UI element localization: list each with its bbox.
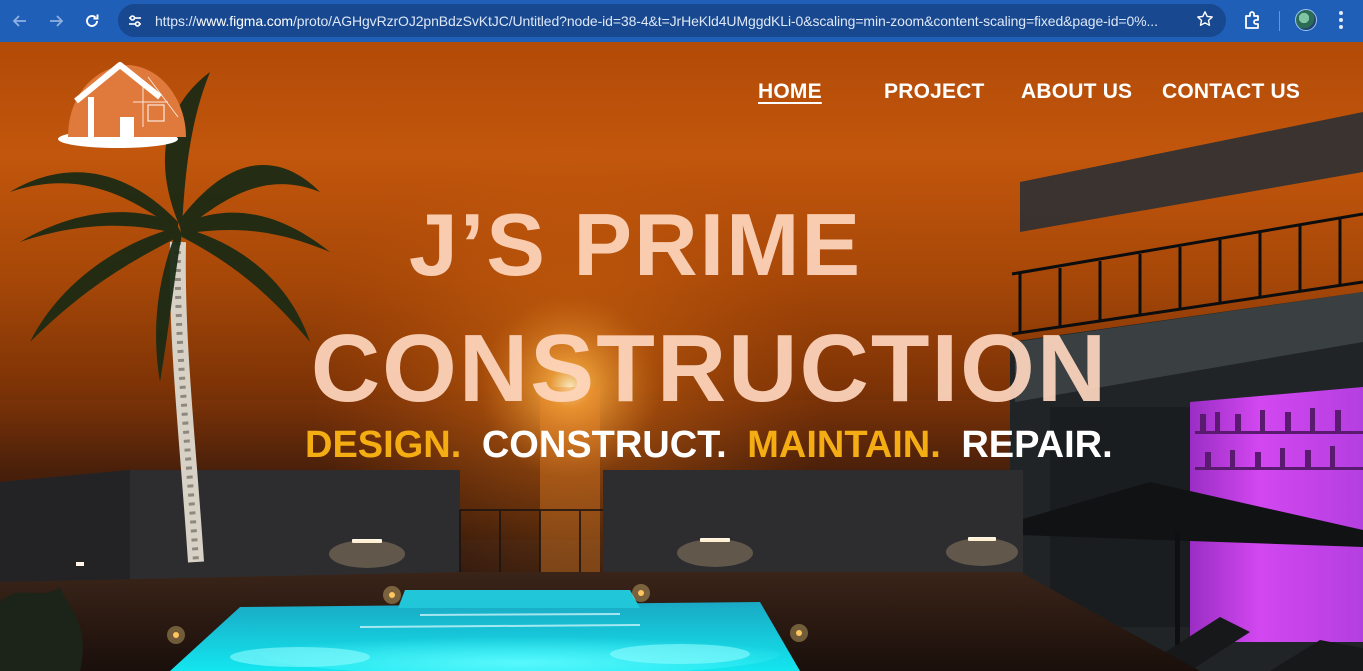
tune-icon[interactable]: [124, 10, 146, 32]
house-logo[interactable]: [48, 57, 190, 149]
arrow-left-icon[interactable]: [4, 5, 36, 37]
arrow-right-icon[interactable]: [40, 5, 72, 37]
browser-toolbar: https://www.figma.com/proto/AGHgvRzrOJ2p…: [0, 0, 1363, 42]
main-nav: HOME PROJECT ABOUT US CONTACT US: [740, 80, 1330, 110]
toolbar-divider: [1279, 11, 1280, 31]
nav-project[interactable]: PROJECT: [884, 80, 985, 104]
tagline-construct: CONSTRUCT.: [481, 424, 727, 466]
star-icon[interactable]: [1196, 10, 1214, 33]
url-domain: www.figma.com: [196, 12, 293, 29]
tagline: DESIGN. CONSTRUCT. MAINTAIN. REPAIR.: [305, 424, 1123, 467]
tagline-design: DESIGN.: [305, 424, 462, 466]
puzzle-icon[interactable]: [1240, 7, 1266, 33]
reload-icon[interactable]: [76, 5, 108, 37]
nav-home[interactable]: HOME: [758, 80, 822, 104]
more-vert-icon[interactable]: [1334, 8, 1348, 32]
url-prefix: https://: [155, 12, 197, 29]
nav-contact-us[interactable]: CONTACT US: [1162, 80, 1300, 104]
profile-avatar[interactable]: [1295, 9, 1317, 31]
headline-line-2: CONSTRUCTION: [310, 315, 1109, 422]
url-path: /proto/AGHgvRzrOJ2pnBdzSvKtJC/Untitled?n…: [292, 12, 1158, 29]
headline-line-1: J’S PRIME: [408, 195, 863, 294]
tagline-maintain: MAINTAIN.: [747, 424, 941, 466]
url-text[interactable]: https://www.figma.com/proto/AGHgvRzrOJ2p…: [155, 13, 1175, 29]
address-bar[interactable]: https://www.figma.com/proto/AGHgvRzrOJ2p…: [118, 4, 1226, 37]
hero-section: HOME PROJECT ABOUT US CONTACT US J’S PRI…: [0, 42, 1363, 671]
nav-about-us[interactable]: ABOUT US: [1021, 80, 1132, 104]
tagline-repair: REPAIR.: [961, 424, 1113, 466]
